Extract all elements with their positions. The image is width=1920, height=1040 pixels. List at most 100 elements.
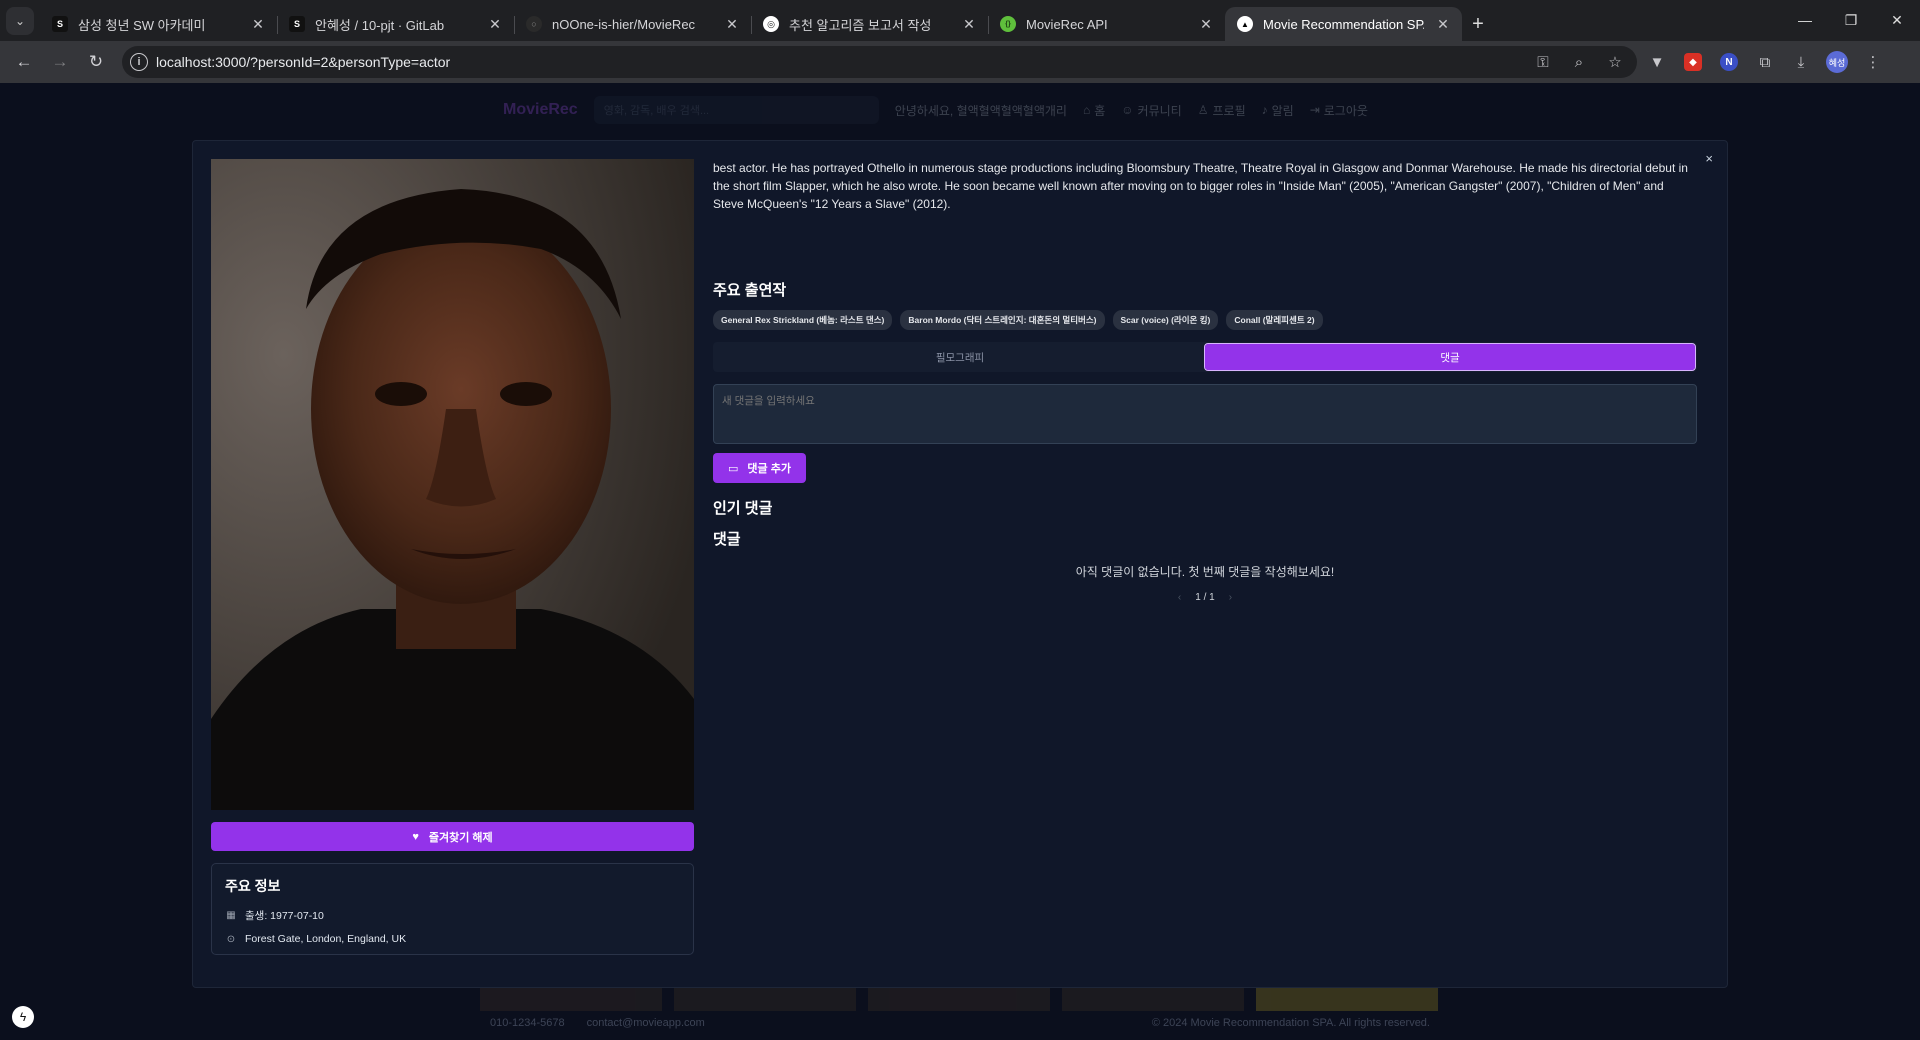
- work-chip[interactable]: Scar (voice) (라이온 킹): [1112, 310, 1219, 330]
- comments-title: 댓글: [713, 531, 741, 548]
- browser-toolbar: ← → ↻ i localhost:3000/?personId=2&perso…: [0, 41, 1920, 83]
- browser-tab[interactable]: ○ nOOne-is-hier/MovieRec ✕: [514, 7, 751, 41]
- logout-icon: ⇥: [1309, 103, 1320, 117]
- nav-profile[interactable]: ♙ 프로필: [1198, 102, 1246, 119]
- nav-notifications[interactable]: ♪ 알림: [1262, 102, 1294, 119]
- close-tab-icon[interactable]: ✕: [960, 16, 978, 33]
- person-photo: [211, 159, 694, 810]
- extension-red-icon[interactable]: ◆: [1677, 46, 1709, 78]
- favicon-icon: S: [289, 16, 305, 32]
- unfavorite-button[interactable]: ♥ 즐겨찾기 해제: [211, 822, 694, 851]
- github-icon: ○: [526, 16, 542, 32]
- add-comment-label: 댓글 추가: [747, 463, 791, 475]
- browser-menu-icon[interactable]: ⋮: [1857, 46, 1889, 78]
- footer-phone: 010-1234-5678: [490, 1017, 565, 1029]
- birthplace: Forest Gate, London, England, UK: [245, 933, 407, 945]
- portrait-illustration: [211, 159, 694, 810]
- tab-search-button[interactable]: ⌄: [6, 7, 34, 35]
- browser-tab-bar: ⌄ S 삼성 청년 SW 아카데미 ✕ S 안혜성 / 10-pjt · Git…: [0, 0, 1920, 41]
- site-info-icon[interactable]: i: [130, 53, 148, 71]
- new-tab-button[interactable]: +: [1462, 7, 1494, 41]
- biography-text: best actor. He has portrayed Othello in …: [713, 161, 1688, 211]
- site-logo[interactable]: MovieRec: [503, 101, 578, 119]
- map-pin-icon: ⊙: [226, 933, 236, 945]
- next-page-icon[interactable]: ›: [1229, 592, 1232, 603]
- tab-title: MovieRec API: [1026, 16, 1108, 32]
- close-window-icon[interactable]: ✕: [1874, 0, 1920, 40]
- zoom-icon[interactable]: ⌕: [1565, 54, 1593, 71]
- empty-comments-text: 아직 댓글이 없습니다. 첫 번째 댓글을 작성해보세요!: [1075, 565, 1335, 579]
- popular-comments-title: 인기 댓글: [713, 500, 773, 517]
- work-chip[interactable]: Conall (말레피센트 2): [1226, 310, 1323, 330]
- page-indicator: 1 / 1: [1195, 592, 1215, 603]
- greeting-text: 안녕하세요, 혈액혈액혈액혈액개리: [894, 103, 1067, 118]
- nav-label: 알림: [1271, 103, 1294, 118]
- swagger-icon: {}: [1000, 16, 1016, 32]
- calendar-icon: ▦: [226, 910, 236, 921]
- forward-icon[interactable]: →: [44, 46, 76, 78]
- works-title: 주요 출연작: [713, 282, 787, 299]
- info-title: 주요 정보: [225, 878, 281, 894]
- browser-tab[interactable]: S 삼성 청년 SW 아카데미 ✕: [40, 7, 277, 41]
- nav-label: 프로필: [1212, 103, 1246, 118]
- favorite-label: 즐겨찾기 해제: [428, 831, 493, 844]
- close-tab-icon[interactable]: ✕: [249, 16, 267, 33]
- favicon-icon: S: [52, 16, 68, 32]
- bell-icon: ♪: [1261, 103, 1268, 117]
- reload-icon[interactable]: ↻: [80, 46, 112, 78]
- tab-title: 삼성 청년 SW 아카데미: [78, 17, 206, 33]
- browser-tab[interactable]: {} MovieRec API ✕: [988, 7, 1225, 41]
- home-icon: ⌂: [1082, 103, 1091, 117]
- dev-tools-badge-icon[interactable]: ϟ: [12, 1006, 34, 1028]
- url-text[interactable]: localhost:3000/?personId=2&personType=ac…: [156, 54, 1521, 70]
- site-search-input[interactable]: 영화, 감독, 배우 검색...: [593, 96, 879, 124]
- bookmark-star-icon[interactable]: ☆: [1601, 53, 1629, 71]
- address-bar[interactable]: i localhost:3000/?personId=2&personType=…: [122, 46, 1637, 78]
- user-icon: ♙: [1197, 103, 1209, 117]
- tab-title: 추천 알고리즘 보고서 작성: [789, 17, 932, 33]
- tab-title: Movie Recommendation SPA: [1263, 16, 1424, 32]
- message-icon: ▭: [728, 462, 739, 475]
- chatgpt-icon: ◎: [763, 16, 779, 32]
- add-comment-button[interactable]: ▭ 댓글 추가: [713, 453, 806, 483]
- close-tab-icon[interactable]: ✕: [486, 16, 504, 33]
- minimize-icon[interactable]: —: [1782, 0, 1828, 40]
- nav-label: 홈: [1094, 103, 1106, 118]
- nav-community[interactable]: ☺ 커뮤니티: [1121, 102, 1181, 119]
- work-chip[interactable]: Baron Mordo (닥터 스트레인지: 대혼돈의 멀티버스): [900, 310, 1105, 330]
- prev-page-icon[interactable]: ‹: [1178, 592, 1181, 603]
- browser-tab-active[interactable]: ▲ Movie Recommendation SPA ✕: [1225, 7, 1462, 41]
- heart-icon: ♥: [412, 830, 419, 843]
- restore-icon[interactable]: ❐: [1828, 0, 1874, 40]
- close-tab-icon[interactable]: ✕: [1434, 16, 1452, 33]
- birth-row: ▦ 출생: 1977-07-10: [225, 908, 680, 923]
- close-tab-icon[interactable]: ✕: [1197, 16, 1215, 33]
- extensions-puzzle-icon[interactable]: ⧉: [1749, 46, 1781, 78]
- back-icon[interactable]: ←: [8, 46, 40, 78]
- comment-input[interactable]: [713, 384, 1697, 444]
- tab-filmography[interactable]: 필모그래피: [715, 344, 1205, 370]
- window-controls: — ❐ ✕: [1782, 0, 1920, 40]
- person-detail-modal: × ♥ 즐겨찾기 해제 주요 정보 ▦ 출생: 1977-07-10 ⊙ For…: [192, 140, 1728, 988]
- password-key-icon[interactable]: ⚿: [1529, 54, 1557, 71]
- profile-avatar[interactable]: 혜성: [1821, 46, 1853, 78]
- close-modal-icon[interactable]: ×: [1705, 151, 1713, 166]
- browser-tab[interactable]: S 안혜성 / 10-pjt · GitLab ✕: [277, 7, 514, 41]
- birthplace-row: ⊙ Forest Gate, London, England, UK: [225, 933, 680, 945]
- birth-date: 출생: 1977-07-10: [245, 910, 324, 922]
- download-icon[interactable]: ⤓: [1785, 46, 1817, 78]
- nav-logout[interactable]: ⇥ 로그아웃: [1310, 102, 1368, 119]
- work-chip[interactable]: General Rex Strickland (베놈: 라스트 댄스): [713, 310, 893, 330]
- close-tab-icon[interactable]: ✕: [723, 16, 741, 33]
- vercel-icon: ▲: [1237, 16, 1253, 32]
- vuetify-extension-icon[interactable]: ▼: [1641, 46, 1673, 78]
- nav-home[interactable]: ⌂ 홈: [1083, 102, 1105, 119]
- tab-title: 안혜성 / 10-pjt · GitLab: [315, 17, 445, 33]
- footer-email: contact@movieapp.com: [586, 1017, 705, 1029]
- nav-label: 커뮤니티: [1137, 103, 1182, 118]
- person-detail-content: best actor. He has portrayed Othello in …: [713, 159, 1697, 603]
- tab-comments[interactable]: 댓글: [1204, 343, 1696, 371]
- extension-n-icon[interactable]: N: [1713, 46, 1745, 78]
- key-info-card: 주요 정보 ▦ 출생: 1977-07-10 ⊙ Forest Gate, Lo…: [211, 863, 694, 955]
- browser-tab[interactable]: ◎ 추천 알고리즘 보고서 작성 ✕: [751, 7, 988, 41]
